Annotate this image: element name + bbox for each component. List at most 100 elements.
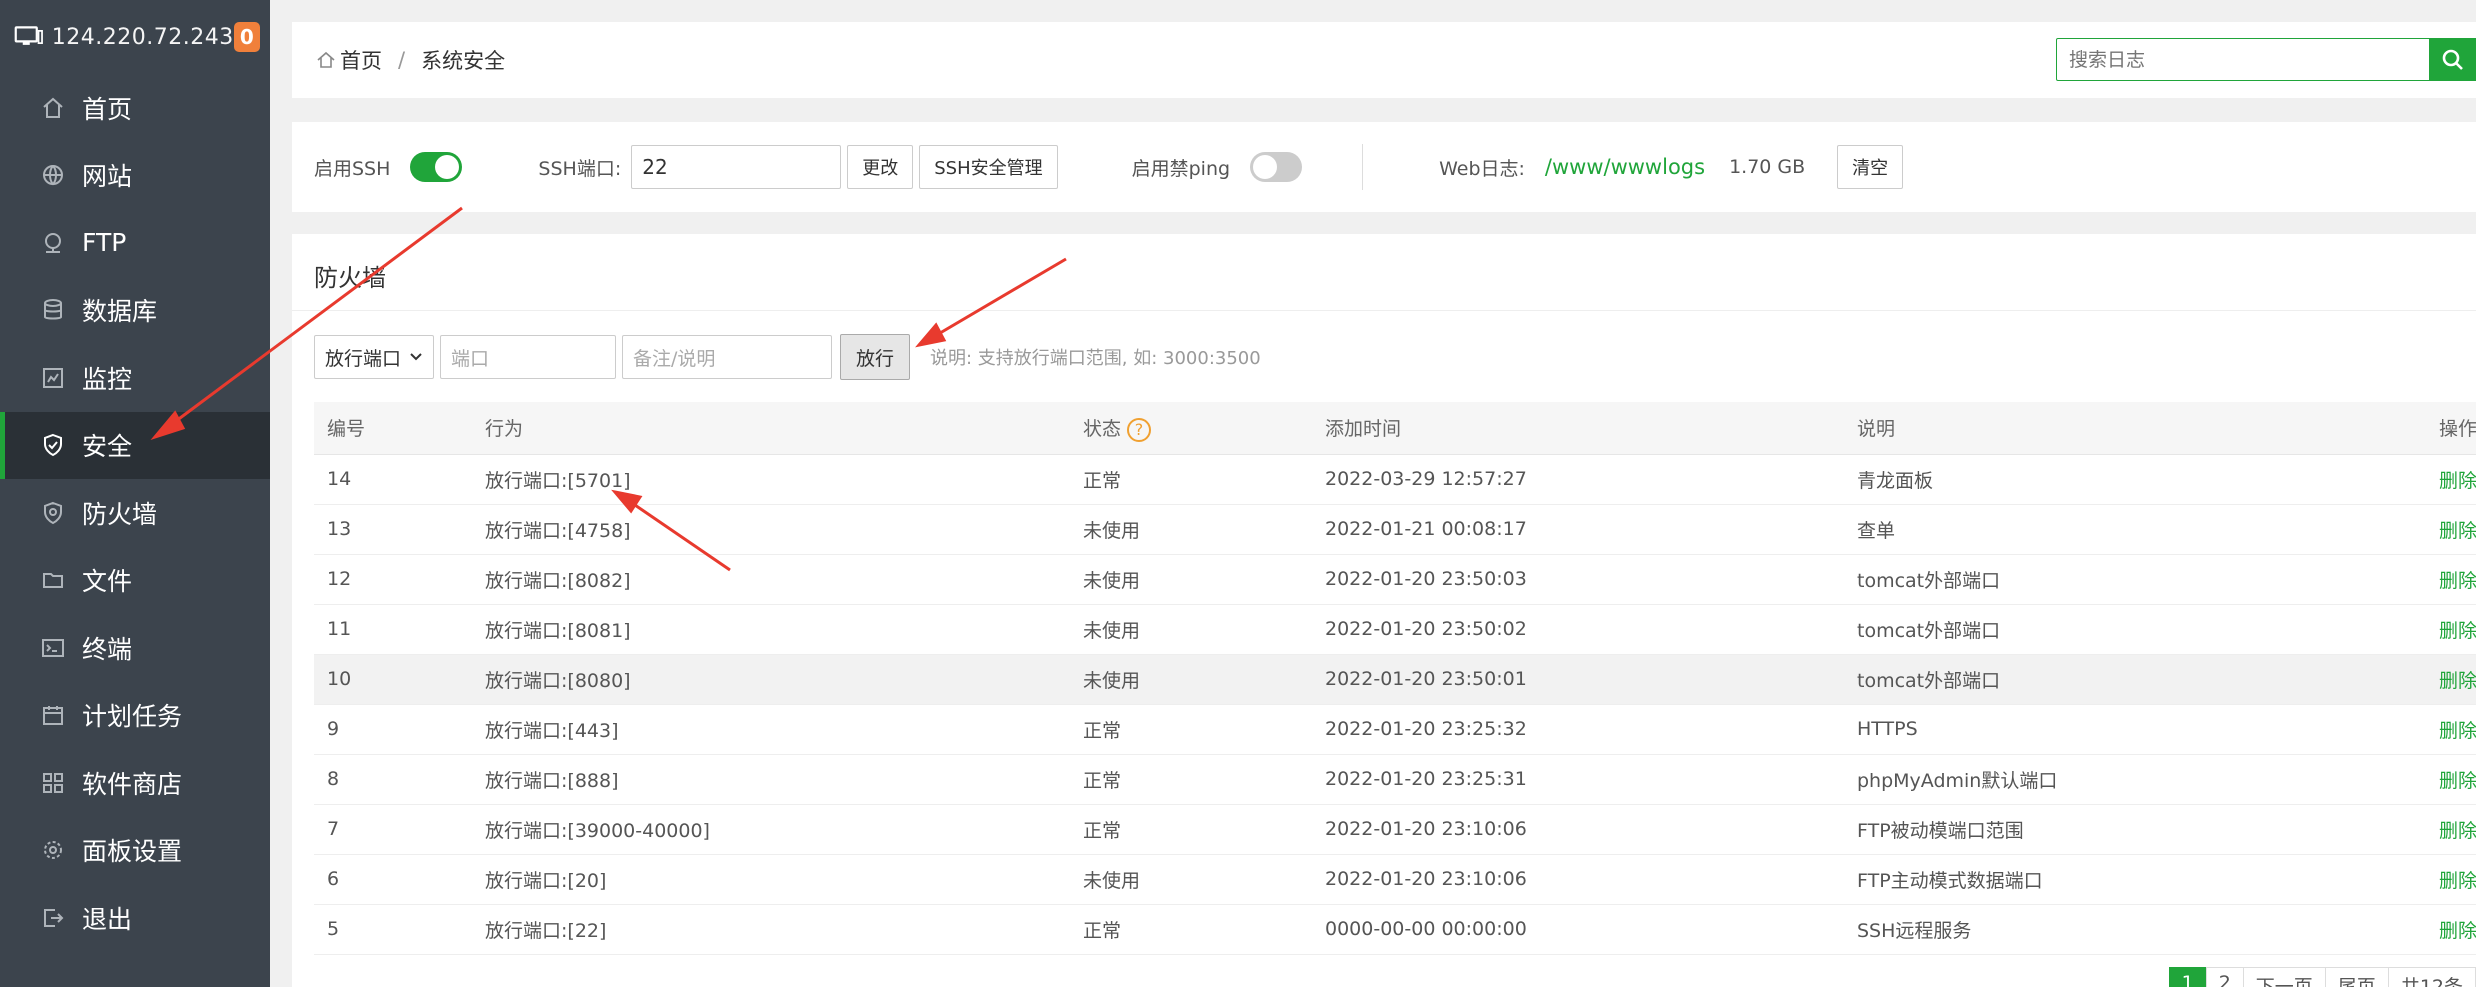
table-row: 14 放行端口:[5701] 正常 2022-03-29 12:57:27 青龙面板 删除 (314, 454, 2476, 505)
sidebar-item-security[interactable]: 安全 (0, 411, 270, 479)
delete-link[interactable]: 删除 (2426, 654, 2476, 705)
breadcrumb: 首页 / 系统安全 (292, 22, 2476, 98)
table-header: 编号 行为 状态? 添加时间 说明 操作 (314, 402, 2476, 455)
ssh-port-label: SSH端口: (538, 157, 622, 180)
col-status: 状态? (1070, 402, 1312, 455)
help-icon[interactable]: ? (1127, 417, 1152, 442)
sidebar-item-label: 监控 (82, 364, 133, 394)
ssh-port-change-button[interactable]: 更改 (847, 145, 914, 189)
table-row: 10 放行端口:[8080] 未使用 2022-01-20 23:50:01 tomca… (314, 654, 2476, 705)
cell-status: 正常 (1070, 904, 1312, 955)
rule-type-select[interactable]: 放行端口 (314, 335, 434, 379)
total-count: 共12条 (2387, 967, 2476, 987)
calendar-icon (40, 702, 66, 728)
sidebar-item-logout[interactable]: 退出 (0, 884, 270, 952)
cell-status: 正常 (1070, 454, 1312, 505)
next-page[interactable]: 下一页 (2242, 967, 2326, 987)
delete-link[interactable]: 删除 (2426, 554, 2476, 605)
breadcrumb-current: 系统安全 (421, 49, 506, 73)
cell-id: 12 (314, 554, 472, 605)
home-icon (40, 95, 66, 121)
sidebar-item-cron[interactable]: 计划任务 (0, 682, 270, 750)
delete-link[interactable]: 删除 (2426, 904, 2476, 955)
sidebar-item-firewall[interactable]: 防火墙 (0, 479, 270, 547)
gear-icon (40, 837, 66, 863)
cell-note: phpMyAdmin默认端口 (1844, 754, 2426, 805)
notification-badge[interactable]: 0 (233, 22, 260, 52)
sidebar-item-website[interactable]: 网站 (0, 142, 270, 210)
cell-note: tomcat外部端口 (1844, 654, 2426, 705)
cell-id: 7 (314, 804, 472, 855)
server-ip: 124.220.72.243 (51, 24, 234, 50)
sidebar-item-label: 网站 (82, 162, 133, 192)
toggle-knob (1253, 155, 1278, 179)
allow-port-button[interactable]: 放行 (840, 334, 910, 380)
database-icon (40, 297, 66, 323)
sidebar-item-terminal[interactable]: 终端 (0, 614, 270, 682)
note-input[interactable]: 备注/说明 (622, 335, 832, 379)
cell-status: 未使用 (1070, 504, 1312, 555)
table-row: 13 放行端口:[4758] 未使用 2022-01-21 00:08:17 查单 删除 (314, 504, 2476, 555)
cell-time: 2022-01-20 23:50:03 (1312, 554, 1844, 605)
ping-block-toggle[interactable] (1250, 152, 1303, 182)
sidebar-item-label: 数据库 (82, 297, 158, 327)
sidebar-item-monitor[interactable]: 监控 (0, 344, 270, 412)
cell-id: 13 (314, 504, 472, 555)
breadcrumb-home[interactable]: 首页 (340, 45, 382, 75)
delete-link[interactable]: 删除 (2426, 754, 2476, 805)
delete-link[interactable]: 删除 (2426, 704, 2476, 755)
port-input[interactable]: 端口 (440, 335, 616, 379)
cell-time: 2022-01-20 23:50:02 (1312, 604, 1844, 655)
sidebar-item-label: 退出 (82, 904, 133, 934)
delete-link[interactable]: 删除 (2426, 804, 2476, 855)
cell-status: 未使用 (1070, 604, 1312, 655)
sidebar-item-home[interactable]: 首页 (0, 74, 270, 142)
delete-link[interactable]: 删除 (2426, 854, 2476, 905)
search-input[interactable] (2056, 38, 2430, 81)
delete-link[interactable]: 删除 (2426, 504, 2476, 555)
chevron-down-icon (410, 353, 422, 361)
page-1[interactable]: 1 (2168, 967, 2207, 987)
delete-link[interactable]: 删除 (2426, 604, 2476, 655)
ssh-manage-button[interactable]: SSH安全管理 (919, 145, 1058, 189)
firewall-hint: 说明: 支持放行端口范围, 如: 3000:3500 (930, 348, 1261, 369)
table-row: 7 放行端口:[39000-40000] 正常 2022-01-20 23:10:06… (314, 804, 2476, 855)
main-content: 首页 / 系统安全 启用SSH SSH端口: 22 更改 SSH安全管理 启用禁… (270, 0, 2476, 987)
cell-note: SSH远程服务 (1844, 904, 2426, 955)
delete-link[interactable]: 删除 (2426, 454, 2476, 505)
col-op: 操作 (2426, 402, 2476, 455)
firewall-panel: 防火墙 放行端口 端口 备注/说明 放行 说明: 支持放行端口范围, 如: 30… (292, 234, 2476, 987)
rule-type-value: 放行端口 (325, 347, 402, 370)
search-button[interactable] (2430, 38, 2476, 81)
sidebar-item-settings[interactable]: 面板设置 (0, 817, 270, 885)
cell-id: 6 (314, 854, 472, 905)
weblog-clear-button[interactable]: 清空 (1837, 145, 1904, 189)
ssh-toggle[interactable] (410, 152, 463, 182)
cell-note: 查单 (1844, 504, 2426, 555)
log-search (2056, 38, 2476, 81)
sidebar-item-label: 安全 (82, 432, 133, 462)
folder-icon (40, 567, 66, 593)
sidebar-item-database[interactable]: 数据库 (0, 277, 270, 345)
cell-time: 2022-01-20 23:10:06 (1312, 804, 1844, 855)
sidebar-item-store[interactable]: 软件商店 (0, 749, 270, 817)
cell-note: tomcat外部端口 (1844, 604, 2426, 655)
sidebar-item-files[interactable]: 文件 (0, 547, 270, 615)
cell-action: 放行端口:[8082] (472, 554, 1070, 605)
cell-action: 放行端口:[39000-40000] (472, 804, 1070, 855)
cell-status: 正常 (1070, 704, 1312, 755)
page-2[interactable]: 2 (2205, 967, 2244, 987)
search-icon (2442, 49, 2463, 70)
weblog-path-link[interactable]: /www/wwwlogs (1545, 155, 1705, 179)
sidebar-item-label: 首页 (82, 94, 133, 124)
weblog-size: 1.70 GB (1729, 156, 1806, 178)
last-page[interactable]: 尾页 (2324, 967, 2389, 987)
col-action: 行为 (472, 402, 1070, 455)
cell-action: 放行端口:[22] (472, 904, 1070, 955)
ssh-port-input[interactable]: 22 (631, 145, 842, 189)
divider (1362, 144, 1364, 190)
sidebar-item-ftp[interactable]: FTP (0, 209, 270, 277)
shield-icon (40, 432, 66, 458)
col-time: 添加时间 (1312, 402, 1844, 455)
ping-block-label: 启用禁ping (1131, 157, 1231, 180)
